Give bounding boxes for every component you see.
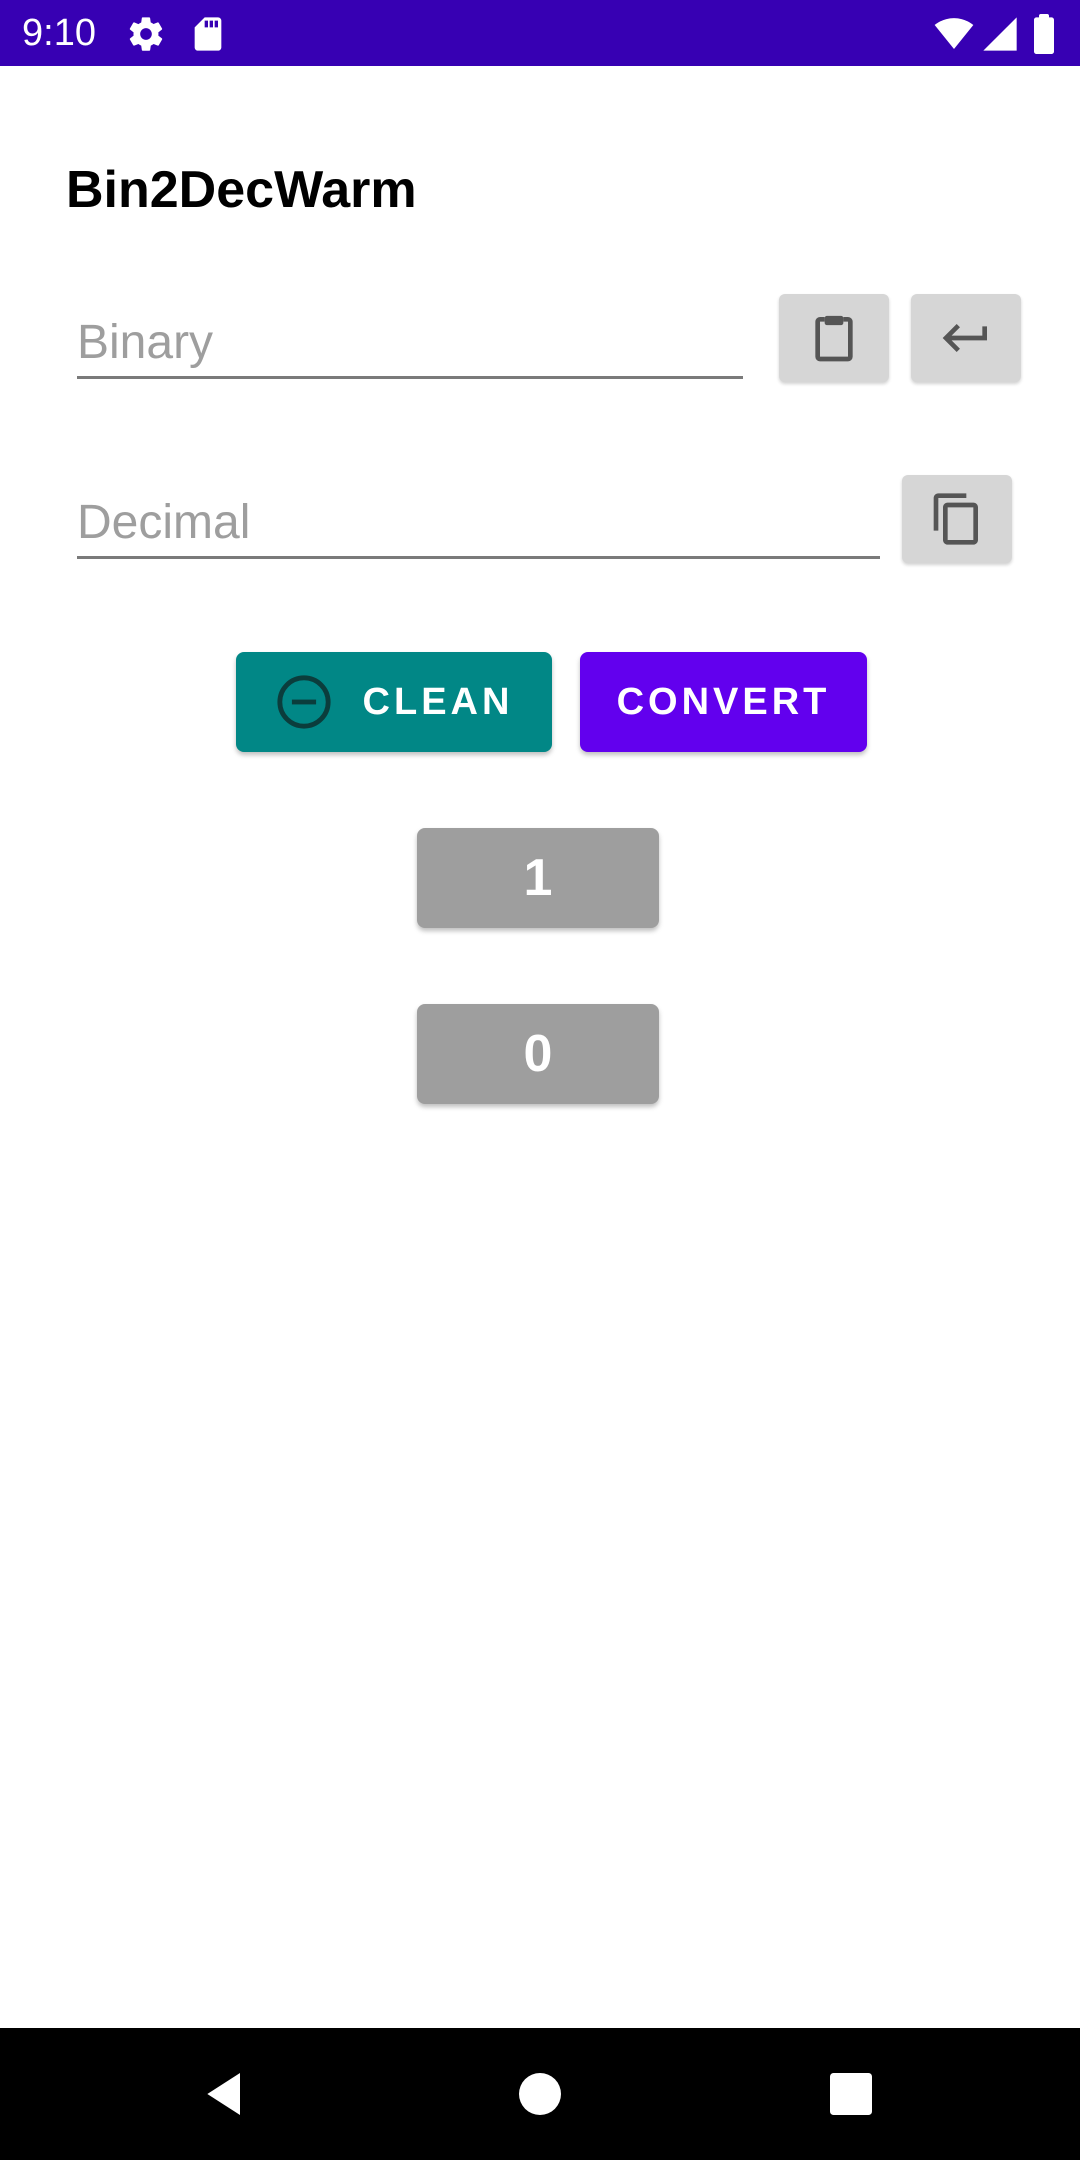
- binary-field[interactable]: [77, 296, 743, 379]
- screen: 9:10 Bin2DecWarm Binary Decimal CLEAN CO…: [0, 0, 1080, 2160]
- enter-button[interactable]: [911, 294, 1021, 382]
- paste-button[interactable]: [779, 294, 889, 382]
- wifi-icon: [934, 14, 974, 54]
- navigation-bar: [0, 2028, 1080, 2160]
- convert-button[interactable]: CONVERT: [580, 652, 867, 752]
- convert-button-label: CONVERT: [616, 680, 831, 723]
- zero-button-label: 0: [523, 1025, 553, 1083]
- one-button[interactable]: 1: [417, 828, 659, 928]
- page-title: Bin2DecWarm: [66, 161, 417, 219]
- remove-circle-icon: [275, 673, 333, 731]
- status-time: 9:10: [22, 12, 96, 54]
- clean-button-label: CLEAN: [362, 680, 514, 723]
- recents-icon[interactable]: [823, 2066, 879, 2122]
- copy-icon: [929, 491, 985, 547]
- copy-button[interactable]: [902, 475, 1012, 563]
- back-icon[interactable]: [198, 2066, 254, 2122]
- decimal-input[interactable]: [77, 495, 880, 550]
- home-icon[interactable]: [512, 2066, 568, 2122]
- sd-card-icon: [188, 14, 228, 54]
- clean-button[interactable]: CLEAN: [236, 652, 552, 752]
- clipboard-icon: [806, 310, 862, 366]
- gear-icon: [126, 14, 166, 54]
- status-bar: 9:10: [0, 0, 1080, 66]
- decimal-field[interactable]: [77, 476, 880, 559]
- signal-icon: [980, 14, 1020, 54]
- enter-arrow-icon: [938, 310, 994, 366]
- binary-input[interactable]: [77, 315, 743, 370]
- one-button-label: 1: [523, 849, 553, 907]
- battery-icon: [1030, 14, 1058, 54]
- zero-button[interactable]: 0: [417, 1004, 659, 1104]
